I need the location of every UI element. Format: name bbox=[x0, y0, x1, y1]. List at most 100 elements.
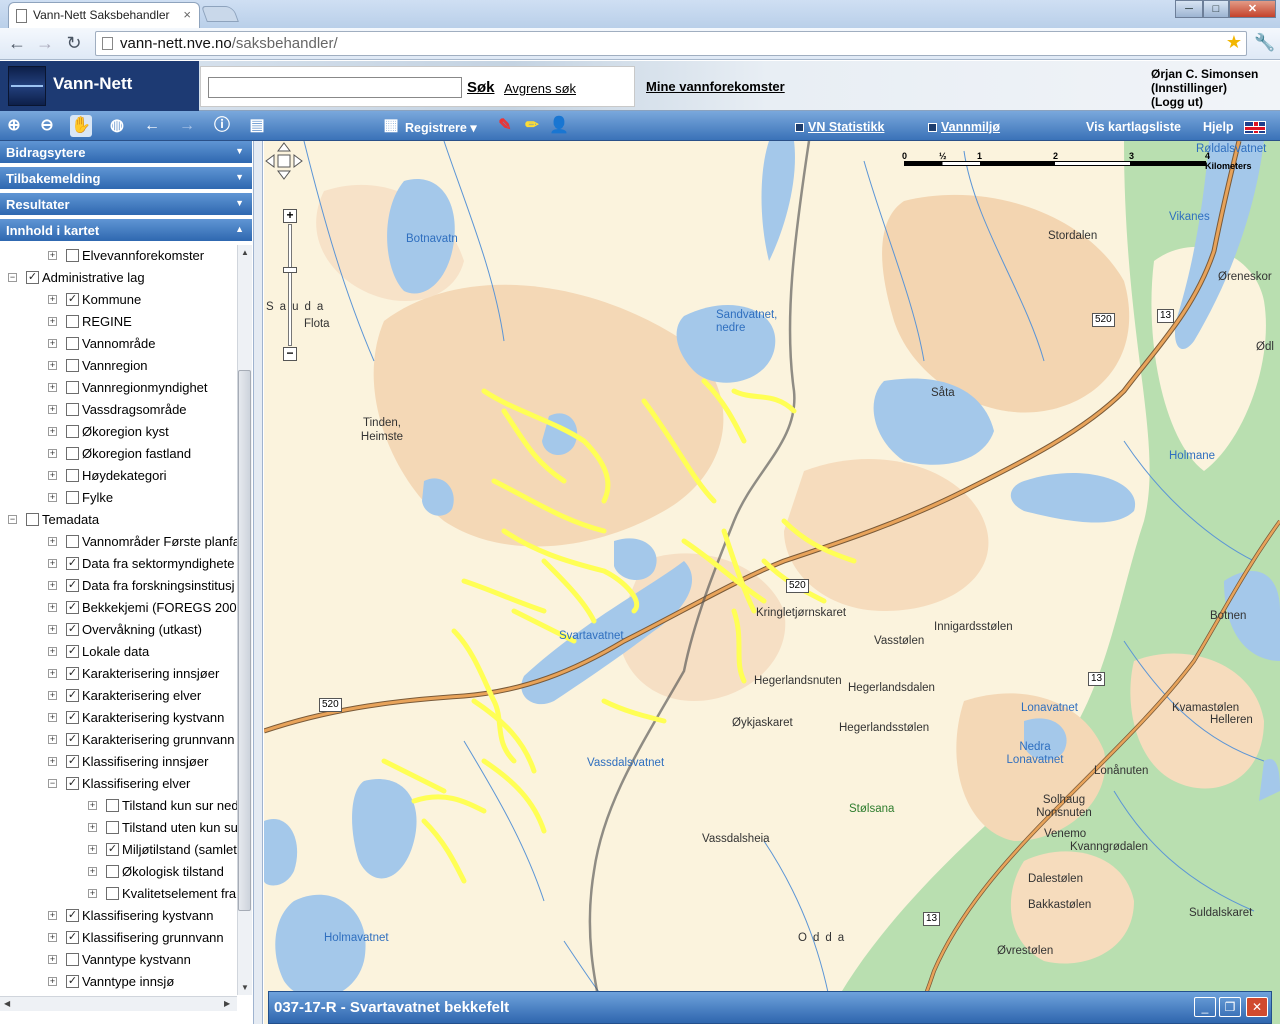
tree-node[interactable]: + Vannregionmyndighet bbox=[0, 378, 238, 400]
tree-scroll-thumb[interactable] bbox=[238, 370, 251, 911]
tree-node[interactable]: + ✓ Karakterisering kystvann bbox=[0, 708, 238, 730]
tree-horizontal-scrollbar[interactable]: ◀ ▶ bbox=[0, 996, 237, 1011]
expand-icon[interactable]: + bbox=[48, 427, 57, 436]
layer-checkbox[interactable]: ✓ bbox=[66, 667, 79, 680]
tree-node[interactable]: + Vannområder Første planfa bbox=[0, 532, 238, 554]
help-link[interactable]: Hjelp bbox=[1203, 120, 1234, 134]
layer-checkbox[interactable]: ✓ bbox=[66, 733, 79, 746]
layer-checkbox[interactable]: ✓ bbox=[106, 843, 119, 856]
vn-statistics-link[interactable]: VN Statistikk bbox=[795, 120, 884, 134]
expand-icon[interactable]: + bbox=[48, 911, 57, 920]
zoom-in-button[interactable]: + bbox=[283, 209, 297, 223]
pan-arrows-icon[interactable] bbox=[264, 141, 304, 181]
tree-node[interactable]: − ✓ Klassifisering elver bbox=[0, 774, 238, 796]
next-extent-icon[interactable]: → bbox=[176, 115, 198, 137]
address-bar[interactable]: vann-nett.nve.no/saksbehandler/ ★ bbox=[95, 31, 1247, 56]
expand-icon[interactable]: + bbox=[88, 867, 97, 876]
new-tab-button[interactable] bbox=[201, 6, 239, 22]
tree-node[interactable]: + ✓ Karakterisering innsjøer bbox=[0, 664, 238, 686]
layer-checkbox[interactable]: ✓ bbox=[66, 689, 79, 702]
layer-checkbox[interactable] bbox=[66, 469, 79, 482]
layer-list-link[interactable]: Vis kartlagsliste bbox=[1086, 120, 1181, 134]
tree-node[interactable]: + Økoregion fastland bbox=[0, 444, 238, 466]
pan-hand-icon[interactable]: ✋ bbox=[70, 115, 92, 137]
layer-checkbox[interactable]: ✓ bbox=[66, 755, 79, 768]
panel-resultater[interactable]: Resultater ▼ bbox=[0, 193, 252, 217]
expand-icon[interactable]: + bbox=[48, 581, 57, 590]
scroll-down-icon[interactable]: ▼ bbox=[241, 983, 249, 992]
expand-icon[interactable]: + bbox=[48, 955, 57, 964]
layer-checkbox[interactable] bbox=[66, 491, 79, 504]
register-menu[interactable]: Registrere ▾ bbox=[405, 120, 477, 135]
full-extent-globe-icon[interactable]: ◍ bbox=[106, 115, 128, 137]
search-input[interactable] bbox=[208, 77, 462, 98]
layer-checkbox[interactable]: ✓ bbox=[66, 645, 79, 658]
tree-node[interactable]: + ✓ Karakterisering grunnvann bbox=[0, 730, 238, 752]
expand-icon[interactable]: + bbox=[48, 559, 57, 568]
search-button[interactable]: Søk bbox=[467, 79, 495, 96]
layer-checkbox[interactable]: ✓ bbox=[26, 271, 39, 284]
tree-node[interactable]: + Vassdragsområde bbox=[0, 400, 238, 422]
expand-icon[interactable]: + bbox=[48, 669, 57, 678]
zoom-thumb[interactable] bbox=[283, 267, 297, 273]
expand-icon[interactable]: + bbox=[88, 845, 97, 854]
panel-bidragsytere[interactable]: Bidragsytere ▼ bbox=[0, 141, 252, 165]
expand-icon[interactable]: + bbox=[48, 405, 57, 414]
expand-icon[interactable]: + bbox=[48, 251, 57, 260]
collapse-icon[interactable]: − bbox=[8, 273, 17, 282]
tree-node[interactable]: + Tilstand kun sur ned bbox=[0, 796, 238, 818]
tree-node[interactable]: + Tilstand uten kun su bbox=[0, 818, 238, 840]
reload-icon[interactable]: ↻ bbox=[63, 33, 85, 55]
expand-icon[interactable]: + bbox=[48, 493, 57, 502]
expand-icon[interactable]: + bbox=[48, 691, 57, 700]
map-view[interactable]: Røldalsvatnet Botnavatn Vikanes Sandvatn… bbox=[264, 141, 1280, 1024]
logout-link[interactable]: (Logg ut) bbox=[1151, 95, 1258, 109]
draw-line-icon[interactable]: ✎ bbox=[494, 115, 516, 137]
panel-minimize-button[interactable]: _ bbox=[1194, 997, 1216, 1017]
tree-node[interactable]: + Vannregion bbox=[0, 356, 238, 378]
tree-node[interactable]: + Økologisk tilstand bbox=[0, 862, 238, 884]
bookmark-star-icon[interactable]: ★ bbox=[1226, 32, 1242, 53]
expand-icon[interactable]: + bbox=[48, 647, 57, 656]
layer-checkbox[interactable] bbox=[66, 447, 79, 460]
expand-icon[interactable]: + bbox=[48, 295, 57, 304]
tree-node[interactable]: + Elvevannforekomster bbox=[0, 246, 238, 268]
layer-checkbox[interactable]: ✓ bbox=[66, 601, 79, 614]
zoom-slider[interactable]: + − bbox=[283, 209, 297, 361]
layer-checkbox[interactable]: ✓ bbox=[66, 293, 79, 306]
window-minimize-button[interactable]: ─ bbox=[1175, 0, 1203, 18]
layer-checkbox[interactable] bbox=[106, 887, 119, 900]
tree-node[interactable]: + ✓ Klassifisering innsjøer bbox=[0, 752, 238, 774]
expand-icon[interactable]: + bbox=[48, 383, 57, 392]
panel-tilbakemelding[interactable]: Tilbakemelding ▼ bbox=[0, 167, 252, 191]
expand-icon[interactable]: + bbox=[88, 889, 97, 898]
back-arrow-icon[interactable]: ← bbox=[6, 33, 28, 55]
zoom-out-button[interactable]: − bbox=[283, 347, 297, 361]
tree-node[interactable]: + Vanntype kystvann bbox=[0, 950, 238, 972]
tree-node[interactable]: − Temadata bbox=[0, 510, 238, 532]
layer-checkbox[interactable]: ✓ bbox=[66, 975, 79, 988]
tree-node[interactable]: + Vannområde bbox=[0, 334, 238, 356]
layer-checkbox[interactable]: ✓ bbox=[66, 777, 79, 790]
expand-icon[interactable]: + bbox=[48, 317, 57, 326]
tree-node[interactable]: + Kvalitetselement fra bbox=[0, 884, 238, 906]
settings-link[interactable]: (Innstillinger) bbox=[1151, 81, 1258, 95]
panel-restore-button[interactable]: ❐ bbox=[1219, 997, 1241, 1017]
layer-checkbox[interactable] bbox=[66, 381, 79, 394]
expand-icon[interactable]: + bbox=[48, 361, 57, 370]
info-icon[interactable]: ⓘ bbox=[211, 115, 233, 137]
zoom-track[interactable] bbox=[288, 224, 292, 346]
layer-checkbox[interactable]: ✓ bbox=[66, 711, 79, 724]
layer-checkbox[interactable] bbox=[66, 337, 79, 350]
sidebar-splitter[interactable] bbox=[254, 141, 263, 1024]
collapse-icon[interactable]: − bbox=[8, 515, 17, 524]
refine-search-link[interactable]: Avgrens søk bbox=[504, 81, 576, 96]
layer-checkbox[interactable] bbox=[66, 425, 79, 438]
expand-icon[interactable]: + bbox=[48, 449, 57, 458]
zoom-out-icon[interactable]: ⊖ bbox=[36, 115, 58, 137]
expand-icon[interactable]: + bbox=[88, 801, 97, 810]
expand-icon[interactable]: + bbox=[48, 625, 57, 634]
scroll-up-icon[interactable]: ▲ bbox=[241, 248, 249, 257]
pencil-icon[interactable]: ✏ bbox=[521, 115, 543, 137]
zoom-in-icon[interactable]: ⊕ bbox=[3, 115, 25, 137]
